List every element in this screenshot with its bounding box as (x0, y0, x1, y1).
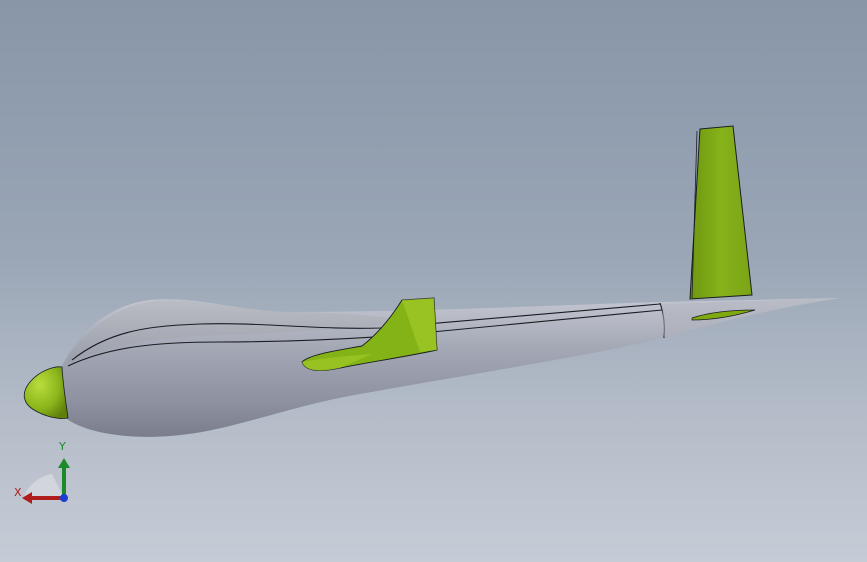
triad-y-label: Y (59, 440, 66, 453)
graphics-viewport[interactable]: Y X (0, 0, 867, 562)
triad-y-arrow (58, 458, 70, 468)
vertical-stabilizer[interactable] (689, 125, 753, 300)
reference-triad: Y X (12, 440, 76, 506)
triad-x-label: X (14, 486, 22, 499)
triad-z-axis (60, 494, 68, 502)
aircraft-model[interactable] (0, 0, 867, 562)
tail-cone (662, 298, 840, 337)
nose-cone[interactable] (23, 366, 69, 419)
